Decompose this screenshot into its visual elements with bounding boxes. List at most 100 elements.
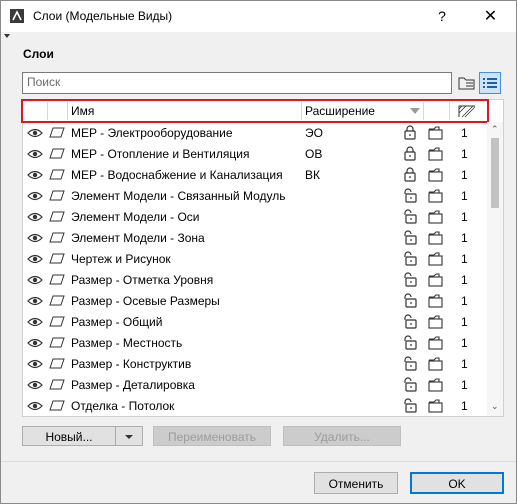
eye-icon[interactable] [27,211,43,222]
layer-plane-icon[interactable] [49,127,65,138]
sort-arrow-icon[interactable] [410,108,420,114]
eye-icon[interactable] [27,358,43,369]
table-row[interactable]: Чертеж и Рисунок 1 [23,248,487,269]
table-row[interactable]: Размер - Отметка Уровня 1 [23,269,487,290]
eye-icon[interactable] [27,148,43,159]
layer-extension: ОВ [305,147,323,161]
folder-icon[interactable] [428,272,443,287]
table-row[interactable]: Элемент Модели - Связанный Модуль 1 [23,185,487,206]
folder-view-button[interactable] [456,72,478,94]
folder-icon[interactable] [428,398,443,413]
column-header-extension[interactable]: Расширение [305,104,375,118]
folder-icon[interactable] [428,188,443,203]
search-input[interactable] [23,73,447,91]
folder-icon[interactable] [428,125,443,140]
layer-plane-icon[interactable] [49,274,65,285]
layer-plane-icon[interactable] [49,400,65,411]
layer-plane-icon[interactable] [49,316,65,327]
list-view-button[interactable] [479,72,501,94]
layer-plane-icon[interactable] [49,148,65,159]
table-row[interactable]: MEP - Электрооборудование ЭО 1 [23,122,487,143]
lock-icon[interactable] [403,167,417,182]
unlock-icon[interactable] [403,377,417,392]
folder-icon[interactable] [428,293,443,308]
table-row[interactable]: Элемент Модели - Оси 1 [23,206,487,227]
table-row[interactable]: MEP - Водоснабжение и Канализация ВК 1 [23,164,487,185]
table-row[interactable]: Размер - Осевые Размеры 1 [23,290,487,311]
layer-plane-icon[interactable] [49,169,65,180]
folder-icon[interactable] [428,356,443,371]
folder-icon[interactable] [428,335,443,350]
folder-icon[interactable] [428,314,443,329]
intersection-group-number: 1 [461,294,468,308]
table-row[interactable]: Размер - Местность 1 [23,332,487,353]
scroll-up-icon[interactable]: ⌃ [491,124,499,135]
eye-icon[interactable] [27,400,43,411]
lock-icon[interactable] [403,125,417,140]
delete-button[interactable]: Удалить... [283,426,401,446]
unlock-icon[interactable] [403,251,417,266]
layer-plane-icon[interactable] [49,211,65,222]
column-header-name[interactable]: Имя [71,104,94,118]
layer-name: Размер - Осевые Размеры [71,294,220,308]
layer-plane-icon[interactable] [49,358,65,369]
eye-icon[interactable] [27,127,43,138]
table-row[interactable]: Элемент Модели - Зона 1 [23,227,487,248]
layer-plane-icon[interactable] [49,253,65,264]
unlock-icon[interactable] [403,293,417,308]
unlock-icon[interactable] [403,314,417,329]
eye-icon[interactable] [27,253,43,264]
scroll-thumb[interactable] [491,138,499,208]
layer-name: Размер - Деталировка [71,378,195,392]
layer-plane-icon[interactable] [49,337,65,348]
folder-icon[interactable] [428,167,443,182]
folder-icon[interactable] [428,377,443,392]
table-row[interactable]: MEP - Отопление и Вентиляция ОВ 1 [23,143,487,164]
unlock-icon[interactable] [403,209,417,224]
unlock-icon[interactable] [403,335,417,350]
unlock-icon[interactable] [403,356,417,371]
layer-name: Размер - Конструктив [71,357,192,371]
archicad-app-icon [10,9,24,23]
new-layer-dropdown-button[interactable] [115,426,143,446]
eye-icon[interactable] [27,232,43,243]
intersection-group-number: 1 [461,336,468,350]
close-button[interactable]: ✕ [465,1,516,32]
layer-plane-icon[interactable] [49,190,65,201]
layer-plane-icon[interactable] [49,295,65,306]
unlock-icon[interactable] [403,272,417,287]
cancel-button[interactable]: Отменить [314,472,398,494]
table-row[interactable]: Размер - Деталировка 1 [23,374,487,395]
layer-plane-icon[interactable] [49,379,65,390]
table-row[interactable]: Отделка - Потолок 1 [23,395,487,416]
lock-icon[interactable] [403,146,417,161]
eye-icon[interactable] [27,169,43,180]
scroll-down-icon[interactable]: ⌄ [491,401,499,412]
folder-icon[interactable] [428,146,443,161]
unlock-icon[interactable] [403,230,417,245]
layer-name: Чертеж и Рисунок [71,252,171,266]
table-row[interactable]: Размер - Общий 1 [23,311,487,332]
folder-icon[interactable] [428,251,443,266]
rename-button[interactable]: Переименовать [153,426,271,446]
column-separator [423,102,424,120]
eye-icon[interactable] [27,190,43,201]
eye-icon[interactable] [27,379,43,390]
unlock-icon[interactable] [403,188,417,203]
search-field[interactable] [22,72,452,94]
folder-icon[interactable] [428,209,443,224]
table-row[interactable]: Размер - Конструктив 1 [23,353,487,374]
eye-icon[interactable] [27,337,43,348]
eye-icon[interactable] [27,316,43,327]
eye-icon[interactable] [27,274,43,285]
new-layer-button[interactable]: Новый... [22,426,116,446]
collapse-arrow-icon[interactable] [4,34,10,38]
ok-button[interactable]: OK [410,472,504,494]
eye-icon[interactable] [27,295,43,306]
folder-icon[interactable] [428,230,443,245]
vertical-scrollbar[interactable]: ⌃ ⌄ [487,122,503,416]
help-button[interactable]: ? [419,1,465,32]
column-separator [47,102,48,120]
unlock-icon[interactable] [403,398,417,413]
layer-plane-icon[interactable] [49,232,65,243]
